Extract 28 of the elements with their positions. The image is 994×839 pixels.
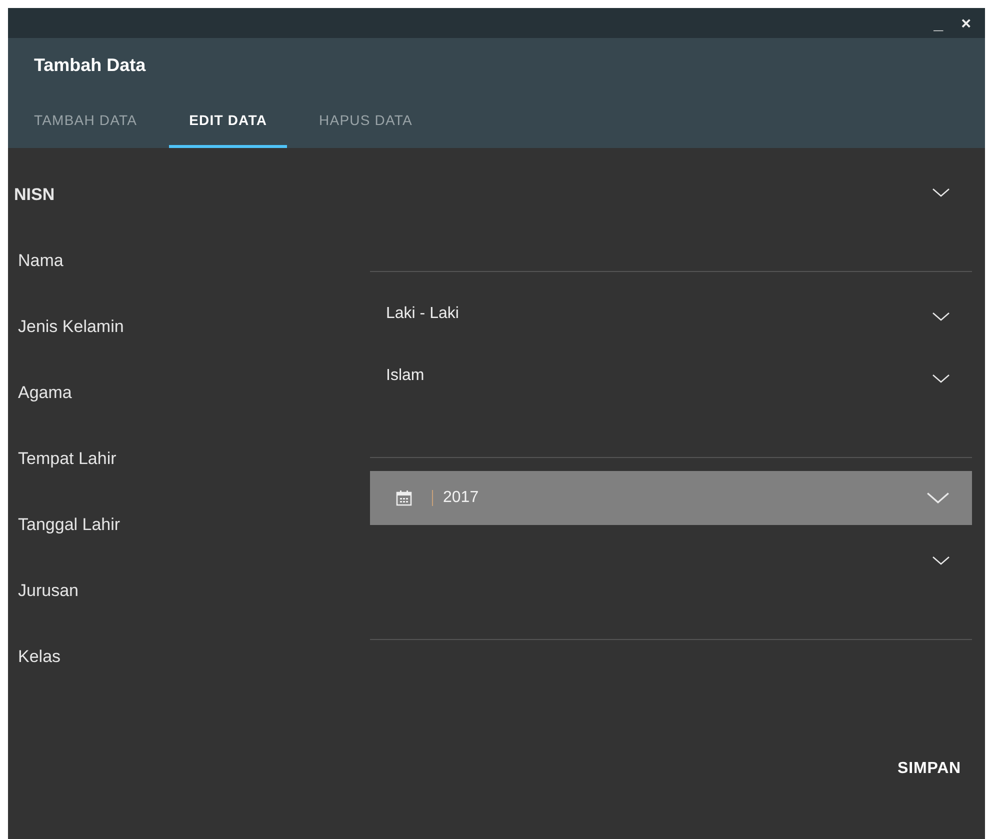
field-label: Nama — [18, 250, 64, 272]
minimize-button[interactable]: _ — [932, 14, 946, 32]
tab[interactable]: TAMBAH DATA — [34, 96, 138, 148]
calendar-icon — [396, 490, 412, 506]
chevron-down-icon — [932, 312, 950, 322]
dropdown-value: Laki - Laki — [386, 304, 459, 324]
date-picker[interactable]: 2017 — [370, 471, 972, 525]
tab[interactable]: EDIT DATA — [169, 96, 288, 148]
save-button[interactable]: SIMPAN — [888, 751, 971, 787]
chevron-down-icon — [932, 374, 950, 384]
field-label: NISN — [14, 184, 55, 206]
field-label: Tanggal Lahir — [18, 514, 120, 536]
field-label: Agama — [18, 382, 72, 404]
dropdown[interactable]: Laki - Laki — [370, 294, 972, 334]
window-title: Tambah Data — [34, 54, 146, 77]
date-value: 2017 — [443, 488, 480, 508]
dropdown-value: Islam — [386, 366, 424, 386]
chevron-down-icon — [926, 492, 950, 504]
chevron-down-icon — [932, 188, 950, 198]
field-label: Jurusan — [18, 580, 78, 602]
dropdown[interactable]: Islam — [370, 356, 972, 396]
field-label: Jenis Kelamin — [18, 316, 124, 338]
close-button[interactable]: × — [959, 14, 973, 32]
field-label: Kelas — [18, 646, 61, 668]
field-label: Tempat Lahir — [18, 448, 116, 470]
text-cursor — [432, 490, 433, 506]
tab[interactable]: HAPUS DATA — [319, 96, 412, 148]
chevron-down-icon — [932, 556, 950, 566]
